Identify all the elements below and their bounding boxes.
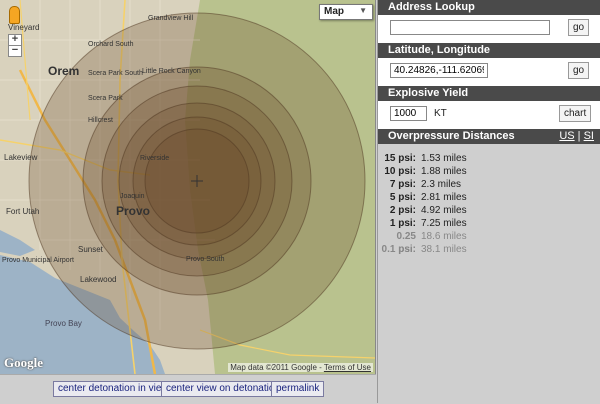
distance-value: 4.92 miles [421,205,467,216]
overpressure-row-0-25: 0.25 psi: 18.6 miles [378,230,600,255]
explosive-yield-section: KT chart [378,101,600,129]
map-label-lakewood: Lakewood [80,275,116,284]
map-label-orchard-south: Orchard South [88,41,134,48]
overpressure-header: Overpressure Distances US | SI [378,129,600,144]
control-panel: Address Lookup go Latitude, Longitude go… [377,0,600,404]
explosive-yield-header: Explosive Yield [378,86,600,101]
psi-label: 0.1 psi: [381,244,416,255]
map-label-lakeview: Lakeview [4,153,38,162]
map-label-fort-utah: Fort Utah [6,207,39,216]
map-label-provo: Provo [116,204,150,218]
psi-label: 2 psi: [389,205,416,216]
units-us-link[interactable]: US [559,130,574,142]
address-lookup-header: Address Lookup [378,0,600,15]
yield-chart-button[interactable]: chart [559,105,592,122]
map-type-selector[interactable]: Map ▼ [319,4,373,20]
map-label-provo-south: Provo South [186,256,225,263]
address-lookup-section: go [378,15,600,43]
overpressure-row-0-1: 0.1 psi: 38.1 miles [378,243,600,256]
overpressure-row-15: 15 psi: 1.53 miles [378,152,600,165]
overpressure-row-5: 5 psi: 2.81 miles [378,191,600,204]
map-type-label: Map [324,6,344,17]
google-logo: Google [4,355,43,370]
overpressure-row-1: 1 psi: 7.25 miles [378,217,600,230]
map-data-credit: Map data ©2011 Google [230,363,317,372]
map-label-airport: Provo Municipal Airport [2,257,74,264]
latlng-input[interactable] [390,63,488,78]
map-label-orem: Orem [48,64,79,78]
map-label-grandview-hill: Grandview Hill [148,15,194,22]
overpressure-list: 15 psi: 1.53 miles 10 psi: 1.88 miles 7 … [378,144,600,404]
overpressure-title: Overpressure Distances [388,130,515,142]
map-label-scera-park: Scera Park [88,95,123,102]
distance-value: 7.25 miles [421,218,467,229]
psi-label: 15 psi: [384,153,416,164]
street-view-pegman-icon[interactable] [9,6,20,24]
map-label-little-rock-canyon: Little Rock Canyon [142,68,201,75]
map-label-hillcrest: Hillcrest [88,117,113,124]
distance-value: 2.81 miles [421,192,467,203]
overpressure-row-7: 7 psi: 2.3 miles [378,178,600,191]
units-separator: | [577,130,581,142]
latlng-go-button[interactable]: go [568,62,590,79]
chevron-down-icon: ▼ [359,6,367,15]
center-view-button[interactable]: center view on detonation [161,381,285,397]
psi-label: 5 psi: [389,192,416,203]
terms-of-use-link[interactable]: Terms of Use [324,363,371,372]
map-label-scera-park-south: Scera Park South [88,70,143,77]
psi-label: 7 psi: [389,179,416,190]
unit-switch: US | SI [559,130,594,142]
yield-input[interactable] [390,106,427,121]
distance-value: 18.6 miles [421,231,467,242]
distance-value: 1.53 miles [421,153,467,164]
units-si-link[interactable]: SI [584,130,594,142]
psi-label: 0.25 psi: [396,231,416,255]
distance-value: 1.88 miles [421,166,467,177]
map-label-riverside: Riverside [140,155,169,162]
psi-label: 1 psi: [389,218,416,229]
distance-value: 2.3 miles [421,179,462,190]
zoom-out-button[interactable]: − [8,45,22,57]
yield-unit-label: KT [434,108,447,119]
latlng-header: Latitude, Longitude [378,43,600,58]
latlng-section: go [378,58,600,86]
map-label-vineyard: Vineyard [8,23,39,32]
distance-value: 38.1 miles [421,244,467,255]
map-controls-bar: center detonation in view center view on… [0,374,376,403]
address-go-button[interactable]: go [568,19,590,36]
map-label-sunset: Sunset [78,245,104,254]
overpressure-row-2: 2 psi: 4.92 miles [378,204,600,217]
psi-label: 10 psi: [384,166,416,177]
permalink-button[interactable]: permalink [271,381,325,397]
map-label-joaquin: Joaquin [120,193,145,200]
overpressure-row-10: 10 psi: 1.88 miles [378,165,600,178]
map-canvas[interactable]: Orem Provo Vineyard Lakeview Sunset Lake… [0,0,376,374]
map-label-provo-bay: Provo Bay [45,319,82,328]
map-view[interactable]: Orem Provo Vineyard Lakeview Sunset Lake… [0,0,376,374]
address-input[interactable] [390,20,550,35]
map-attribution: Map data ©2011 Google - Terms of Use [228,363,373,372]
center-detonation-button[interactable]: center detonation in view [53,381,174,397]
